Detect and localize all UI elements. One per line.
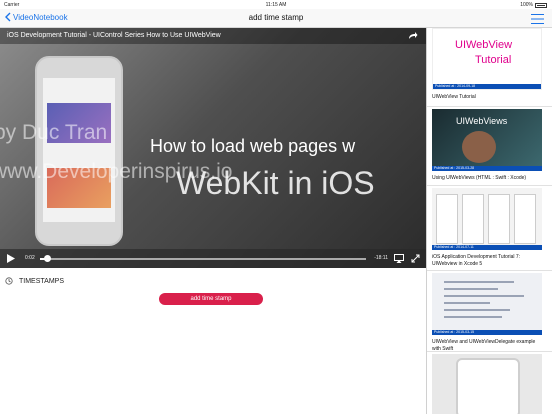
code-line [444,288,498,290]
current-time: 0:02 [25,255,35,261]
fullscreen-icon[interactable] [411,254,420,263]
status-bar: Carrier 11:15 AM 100% [0,0,552,9]
code-line [444,295,524,297]
video-scrubber[interactable] [40,255,366,262]
video-title: UIWebView Tutorial [432,94,476,100]
battery-indicator: 100% [520,2,547,8]
presenter-image [462,131,496,163]
divider [427,185,552,186]
video-thumbnail: UIWebViews Published at : 2015-03-28 [432,109,542,171]
code-line [444,281,514,283]
clock-icon [5,277,13,285]
divider [427,351,552,352]
thumbnail-text: UIWebViews [456,116,508,126]
code-line [444,309,510,311]
screenshot-panel [488,194,510,244]
video-thumbnail: UIWebView Tutorial Published at : 2014-0… [432,28,542,90]
published-date: Published at : 2015-03-15 [432,330,542,335]
screenshot-panel [436,194,458,244]
code-line [444,316,502,318]
video-title: iOS Application Development Tutorial 7: … [432,254,521,267]
screenshot-panel [456,358,520,414]
video-watermark-author: by Duc Tran [0,121,108,144]
add-time-stamp-button[interactable]: add time stamp [159,293,263,305]
video-title[interactable]: iOS Development Tutorial - UIControl Ser… [7,32,221,39]
video-title: Using UIWebViews (HTML : Swift : Xcode) [432,175,527,181]
video-thumbnail [432,354,542,414]
list-item[interactable]: Published at : 2014-07-11 iOS Applicatio… [432,188,542,268]
hamburger-menu-icon [531,14,544,24]
video-headline-line1: How to load web pages w [150,136,356,156]
divider [427,106,552,107]
list-item[interactable]: UIWebViews Published at : 2015-03-28 Usi… [432,109,542,182]
scrubber-knob[interactable] [43,255,51,262]
video-thumbnail: Published at : 2014-07-11 [432,188,542,250]
thumbnail-text: UIWebView [455,39,513,51]
video-title-bar: iOS Development Tutorial - UIControl Ser… [0,28,426,44]
list-item[interactable]: UIWebView Tutorial Published at : 2014-0… [432,28,542,101]
share-icon[interactable] [408,31,418,40]
remaining-time: -18:11 [374,255,388,261]
status-time: 11:15 AM [265,2,287,8]
list-item[interactable] [432,354,542,414]
related-videos-sidebar[interactable]: UIWebView Tutorial Published at : 2014-0… [426,28,552,414]
video-controls: 0:02 -18:11 [0,249,426,268]
battery-percent: 100% [520,2,533,8]
divider [427,270,552,271]
list-item[interactable]: Published at : 2015-03-15 UIWebView and … [432,273,542,353]
video-phone-image [35,56,123,246]
timestamps-header: TIMESTAMPS [5,277,64,285]
play-icon[interactable] [7,254,15,263]
airplay-icon[interactable] [394,254,404,263]
code-line [444,302,490,304]
video-player[interactable]: by Duc Tran www.Developerinspirus.io How… [0,28,426,268]
published-date: Published at : 2015-03-28 [432,166,542,171]
screenshot-panel [514,194,536,244]
screenshot-panel [462,194,484,244]
published-date: Published at : 2014-09-18 [433,84,541,89]
timestamps-label: TIMESTAMPS [19,277,64,285]
video-thumbnail: Published at : 2015-03-15 [432,273,542,335]
thumbnail-text: Tutorial [475,54,512,66]
published-date: Published at : 2014-07-11 [432,245,542,250]
navigation-bar: VideoNotebook add time stamp [0,9,552,28]
battery-icon [535,2,547,8]
page-title: add time stamp [248,13,304,22]
video-headline-line2: WebKit in iOS [176,165,375,201]
